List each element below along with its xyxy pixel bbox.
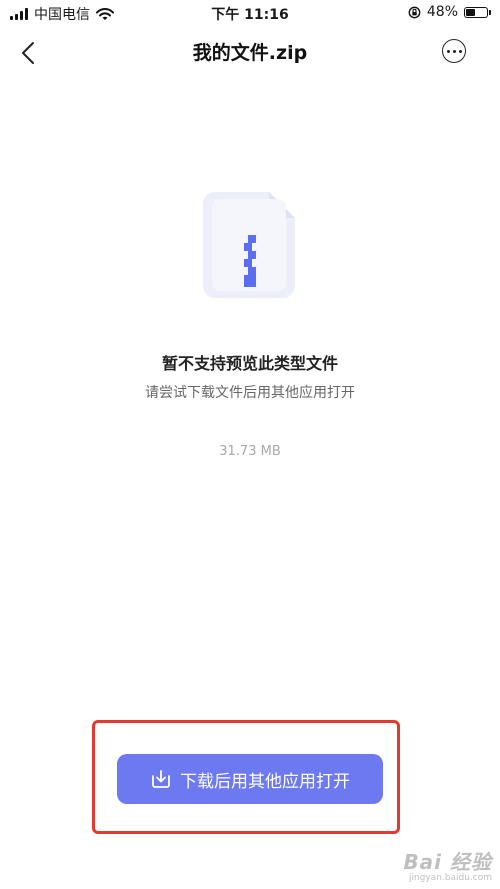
more-dot (458, 49, 462, 53)
watermark-brand: Bai 经验 (403, 850, 492, 874)
unsupported-preview-title: 暂不支持预览此类型文件 (161, 354, 338, 373)
battery-icon (464, 6, 491, 18)
download-and-open-button[interactable]: 下载后用其他应用打开 (117, 754, 383, 804)
more-dot (452, 49, 456, 53)
watermark-url: jingyan.baidu.com (408, 873, 492, 883)
file-size: 31.73 MB (219, 444, 281, 459)
status-bar-right: 48% (408, 4, 491, 20)
orientation-lock-icon (408, 6, 421, 18)
more-options-button[interactable] (442, 39, 466, 63)
page-title: 我的文件.zip (192, 42, 308, 64)
baidu-jingyan-watermark: Bai 经验 jingyan.baidu.com (403, 846, 492, 883)
unsupported-preview-hint: 请尝试下载文件后用其他应用打开 (145, 385, 355, 401)
zip-file-icon (203, 192, 295, 298)
download-button-label: 下载后用其他应用打开 (180, 771, 350, 792)
battery-percent: 48% (426, 4, 458, 20)
navigation-bar: 我的文件.zip (0, 26, 500, 78)
status-bar: 中国电信 下午 11:16 48% (0, 0, 500, 26)
battery-level-fill (466, 8, 475, 16)
download-icon (152, 770, 170, 788)
more-horizontal-icon (446, 49, 450, 53)
